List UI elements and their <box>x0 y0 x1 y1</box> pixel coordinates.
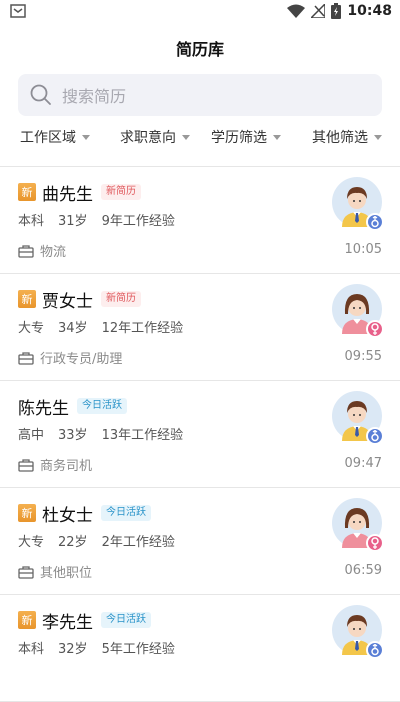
filter-work-area[interactable]: 工作区域 <box>20 127 90 147</box>
candidate-name: 贾女士 <box>42 291 93 312</box>
age: 34岁 <box>58 321 88 336</box>
experience: 2年工作经验 <box>101 535 175 550</box>
battery-icon <box>331 3 342 19</box>
status-time: 10:48 <box>347 3 392 19</box>
avatar <box>332 391 384 445</box>
job-row: 物流 <box>18 241 66 260</box>
name-row: 新李先生 今日活跃 <box>18 608 151 633</box>
search-bar[interactable]: 搜索简历 <box>18 74 382 116</box>
new-badge: 新 <box>18 183 36 201</box>
briefcase-icon <box>18 565 34 579</box>
status-bar: 10:48 <box>0 0 400 24</box>
desired-position: 物流 <box>40 245 67 260</box>
update-time: 10:05 <box>344 242 382 257</box>
age: 22岁 <box>58 535 88 550</box>
desired-position: 其他职位 <box>40 566 93 581</box>
desired-position: 行政专员/助理 <box>40 352 123 367</box>
gender-badge <box>366 427 384 445</box>
caret-down-icon <box>82 134 90 140</box>
new-badge: 新 <box>18 611 36 629</box>
education: 大专 <box>18 321 45 336</box>
education: 本科 <box>18 214 45 229</box>
resume-card[interactable]: 新杜女士 今日活跃大专 22岁 2年工作经验其他职位 06:59 <box>0 488 400 595</box>
female-icon <box>371 537 379 549</box>
name-row: 陈先生 今日活跃 <box>18 394 127 419</box>
candidate-name: 杜女士 <box>42 505 93 526</box>
candidate-info: 高中 33岁 13年工作经验 <box>18 424 197 443</box>
caret-down-icon <box>182 134 190 140</box>
status-tag: 新简历 <box>101 291 141 307</box>
status-tag: 今日活跃 <box>77 398 127 414</box>
candidate-name: 李先生 <box>42 612 93 633</box>
candidate-name: 陈先生 <box>18 398 69 419</box>
candidate-info: 大专 22岁 2年工作经验 <box>18 531 189 550</box>
status-tag: 新简历 <box>101 184 141 200</box>
notification-icon <box>10 4 26 18</box>
male-icon <box>371 216 379 228</box>
name-row: 新贾女士 新简历 <box>18 287 141 312</box>
new-badge: 新 <box>18 290 36 308</box>
candidate-info: 本科 31岁 9年工作经验 <box>18 210 189 229</box>
candidate-info: 大专 34岁 12年工作经验 <box>18 317 197 336</box>
candidate-info: 本科 32岁 5年工作经验 <box>18 638 189 657</box>
resume-list: 新曲先生 新简历 本科 31岁 9年工作经验 物流 10:05 新贾女士 新简历 大专 34岁 12年… <box>0 167 400 702</box>
filter-job-intention[interactable]: 求职意向 <box>120 127 190 147</box>
female-icon <box>371 323 379 335</box>
job-row: 行政专员/助理 <box>18 348 122 367</box>
desired-position: 商务司机 <box>40 459 93 474</box>
new-badge: 新 <box>18 504 36 522</box>
filter-label: 其他筛选 <box>312 130 368 146</box>
caret-down-icon <box>273 134 281 140</box>
avatar <box>332 498 384 552</box>
resume-card[interactable]: 新贾女士 新简历大专 34岁 12年工作经验行政专员/助理 09:55 <box>0 274 400 381</box>
avatar <box>332 605 384 659</box>
name-row: 新杜女士 今日活跃 <box>18 501 151 526</box>
resume-card[interactable]: 新李先生 今日活跃本科 32岁 5年工作经验 <box>0 595 400 702</box>
caret-down-icon <box>374 134 382 140</box>
resume-card[interactable]: 陈先生 今日活跃高中 33岁 13年工作经验商务司机 09:47 <box>0 381 400 488</box>
briefcase-icon <box>18 458 34 472</box>
filter-label: 求职意向 <box>120 130 176 146</box>
page-title: 简历库 <box>175 40 224 59</box>
name-row: 新曲先生 新简历 <box>18 180 141 205</box>
male-icon <box>371 430 379 442</box>
gender-badge <box>366 320 384 338</box>
filter-label: 学历筛选 <box>211 130 267 146</box>
experience: 13年工作经验 <box>101 428 184 443</box>
gender-badge <box>366 641 384 659</box>
experience: 9年工作经验 <box>101 214 175 229</box>
experience: 12年工作经验 <box>101 321 184 336</box>
filter-other[interactable]: 其他筛选 <box>312 127 382 147</box>
avatar <box>332 177 384 231</box>
update-time: 06:59 <box>344 563 382 578</box>
job-row: 其他职位 <box>18 562 92 581</box>
no-signal-icon <box>311 4 326 18</box>
search-icon <box>30 84 51 105</box>
age: 31岁 <box>58 214 88 229</box>
avatar <box>332 284 384 338</box>
briefcase-icon <box>18 351 34 365</box>
age: 33岁 <box>58 428 88 443</box>
job-row: 商务司机 <box>18 455 92 474</box>
resume-card[interactable]: 新曲先生 新简历本科 31岁 9年工作经验物流 10:05 <box>0 167 400 274</box>
education: 高中 <box>18 428 45 443</box>
update-time: 09:55 <box>344 349 382 364</box>
briefcase-icon <box>18 244 34 258</box>
update-time: 09:47 <box>344 456 382 471</box>
education: 大专 <box>18 535 45 550</box>
gender-badge <box>366 213 384 231</box>
male-icon <box>371 644 379 656</box>
wifi-icon <box>287 4 306 18</box>
candidate-name: 曲先生 <box>42 184 93 205</box>
filter-education[interactable]: 学历筛选 <box>211 127 281 147</box>
search-input[interactable]: 搜索简历 <box>62 83 126 107</box>
status-tag: 今日活跃 <box>101 505 151 521</box>
filter-bar: 工作区域 求职意向 学历筛选 其他筛选 <box>0 127 400 151</box>
filter-label: 工作区域 <box>20 130 76 146</box>
status-tag: 今日活跃 <box>101 612 151 628</box>
gender-badge <box>366 534 384 552</box>
